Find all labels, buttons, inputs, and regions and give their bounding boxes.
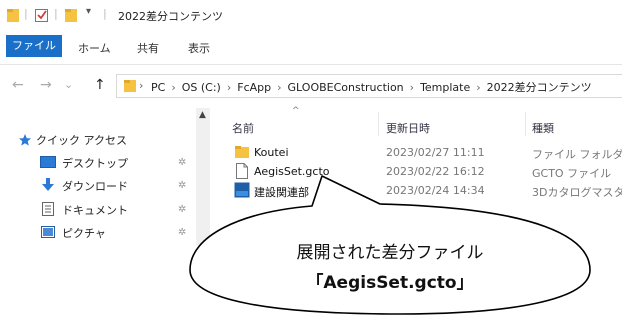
callout-line-1: 展開された差分ファイル xyxy=(296,243,484,263)
callout-line-2: 「AegisSet.gcto」 xyxy=(306,273,474,293)
